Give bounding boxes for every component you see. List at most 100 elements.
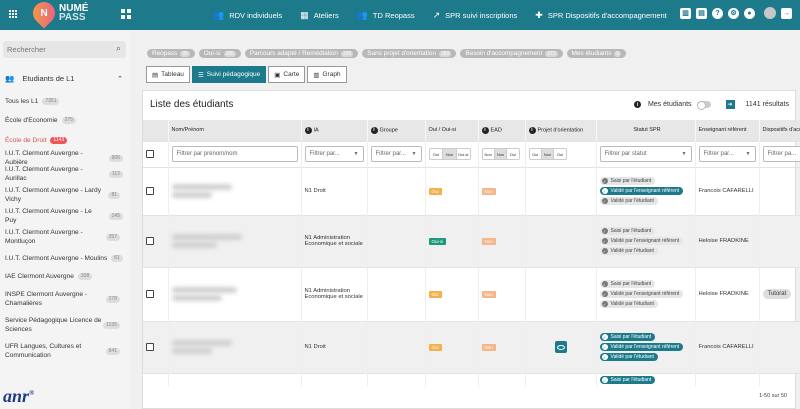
mine-toggle[interactable] xyxy=(696,101,711,110)
list-icon: ☰ xyxy=(197,71,204,79)
view-carte-button[interactable]: ▣ Carte xyxy=(268,66,306,83)
spr-status-cell: ✓ Saisi par l'étudiant ✓ Validé par l'ense… xyxy=(596,214,696,267)
oui-badge: Oui xyxy=(428,290,442,298)
row-checkbox[interactable] xyxy=(146,343,154,351)
filter-row: Filtrer par prénom/nom Filtrer par... ▼ F… xyxy=(143,140,800,167)
nav-ateliers[interactable]: ▦ Ateliers xyxy=(300,10,339,21)
check-icon: ✓ xyxy=(601,301,608,307)
spr-pill: ✓ Validé par l'étudiant xyxy=(599,300,658,308)
name-filter-input[interactable]: Filtrer par prénom/nom xyxy=(171,146,298,162)
settings-icon[interactable]: ⚙ xyxy=(728,7,739,19)
sidebar-item-langues[interactable]: UFR Langues, Cultures et Communication 64… xyxy=(0,338,128,364)
row-ia: N1 Droit xyxy=(301,166,368,215)
spr-pill: ✓ Saisi par l'étudiant xyxy=(599,333,656,341)
spr-pill: ✓ Validé par l'enseignant référent xyxy=(599,237,684,245)
row-ia: N1 Droit xyxy=(301,320,368,373)
filter-chip[interactable]: Reopass 35 xyxy=(147,49,195,58)
main-nav: 👥 RDV individuels ▦ Ateliers 👥 TD Reopass ↗… xyxy=(213,0,667,30)
sidebar-item-sciences[interactable]: Service Pédagogique Licence de Sciences 1… xyxy=(0,312,128,338)
app-logo[interactable]: N NUMÉ PASS xyxy=(28,0,88,29)
teacher-filter-select[interactable]: Filtrer par... ▼ xyxy=(698,146,756,162)
export-icon[interactable]: ➜ xyxy=(725,100,735,109)
spr-pill: ✓ Saisi par l'étudiant xyxy=(599,177,656,185)
spr-pill: ✓ Validé par l'enseignant référent xyxy=(599,290,684,298)
students-label: Etudiants de L1 xyxy=(22,74,75,83)
chevron-down-icon: ▼ xyxy=(681,151,687,157)
sidebar-item-droit[interactable]: École de Droit 1143 xyxy=(0,130,128,150)
sidebar-list: Tous les L1 7351 École d'Economie 275 Écol… xyxy=(0,92,128,364)
puzzle-icon: ✚ xyxy=(535,9,543,20)
check-icon: ✓ xyxy=(601,178,608,184)
ia-filter-select[interactable]: Filtrer par... ▼ xyxy=(304,146,364,162)
people-icon: 👥 xyxy=(5,74,15,83)
filter-chip[interactable]: Besoin d'accompagnement 272 xyxy=(460,49,563,58)
sidebar-item-aurillac[interactable]: I.U.T. Clermont Auvergne - Aurillac 112 xyxy=(0,166,128,182)
sidebar-item-moulins[interactable]: I.U.T. Clermont Auvergne - Moulins 61 xyxy=(0,250,128,266)
calendar-icon: ▦ xyxy=(300,9,309,20)
oui-badge: Oui-si xyxy=(428,237,447,245)
spr-pill: ✓ Validé par l'enseignant référent xyxy=(599,187,684,195)
filter-chip[interactable]: Mes étudiants 0 xyxy=(566,49,627,58)
top-right-actions: ▥ ▤ ? ⚙ ● → xyxy=(680,7,792,19)
row-ia: N1 Administration Economique et sociale xyxy=(301,214,368,267)
sidebar-item-tous[interactable]: Tous les L1 7351 xyxy=(0,92,128,110)
col-oui: Oui / Oui-si xyxy=(425,120,479,141)
dashboard-icon[interactable] xyxy=(121,9,131,19)
pagination: 1-50 sur 50 xyxy=(759,393,787,399)
table-row: N1 Droit Oui Non ✓ Saisi par l'étudiant ✓… xyxy=(143,320,800,373)
search-input[interactable]: Rechercher ⌕ xyxy=(3,41,126,58)
spr-status-cell: ✓ Saisi par l'étudiant ✓ Validé par l'ense… xyxy=(596,266,696,321)
nav-spr-suivi[interactable]: ↗ SPR suivi inscriptions xyxy=(433,10,518,21)
filter-chip[interactable]: Parcours adapté / Remédiation 320 xyxy=(244,49,359,58)
notifications-icon[interactable]: ● xyxy=(744,7,755,19)
view-tableau-button[interactable]: ▤ Tableau xyxy=(146,66,190,83)
spr-pill: ✓ Validé par l'étudiant xyxy=(599,197,658,205)
oui-filter-toggle[interactable]: Oui Non Oui-si xyxy=(428,148,471,160)
sidebar-item-aubiere[interactable]: I.U.T. Clermont Auvergne - Aubière 906 xyxy=(0,150,128,166)
row-checkbox[interactable] xyxy=(146,187,154,195)
sidebar-item-economie[interactable]: École d'Economie 275 xyxy=(0,110,128,130)
chart-icon[interactable]: ▥ xyxy=(680,7,691,19)
chevron-up-icon: ⌃ xyxy=(117,75,123,83)
row-checkbox[interactable] xyxy=(146,237,154,245)
check-icon: ✓ xyxy=(601,354,608,360)
mine-label: Mes étudiants xyxy=(647,101,692,108)
select-all-checkbox[interactable] xyxy=(146,150,154,158)
table-row: N1 Administration Economique et sociale … xyxy=(143,266,800,321)
view-graph-button[interactable]: ▥ Graph xyxy=(307,66,347,83)
check-icon: ✓ xyxy=(601,377,608,384)
apps-grid-icon[interactable] xyxy=(9,10,18,19)
projet-filter-toggle[interactable]: Oui Non Oui xyxy=(528,148,567,160)
spr-pill: ✓ Validé par l'enseignant référent xyxy=(599,343,684,351)
search-placeholder: Rechercher xyxy=(7,45,46,54)
view-suivi-button[interactable]: ☰ Suivi pédagogique xyxy=(191,66,267,83)
ead-filter-toggle[interactable]: Non Non Oui xyxy=(481,148,520,160)
table-icon[interactable]: ▤ xyxy=(696,7,707,19)
nav-label: SPR suivi inscriptions xyxy=(445,10,518,20)
sidebar-item-vichy[interactable]: I.U.T. Clermont Auvergne - Lardy Vichy 81 xyxy=(0,182,128,208)
check-icon: ✓ xyxy=(601,238,608,244)
sidebar-item-iae[interactable]: IAE Clermont Auvergne 338 xyxy=(0,266,128,286)
nav-spr-dispositifs[interactable]: ✚ SPR Dispositifs d'accompagnement xyxy=(535,10,667,21)
ead-badge: Non xyxy=(481,343,496,351)
sidebar-item-inspe[interactable]: INSPE Clermont Auvergne - Chamalières 178 xyxy=(0,286,128,312)
students-section-header[interactable]: 👥 Etudiants de L1 ⌃ xyxy=(5,74,123,83)
sidebar-item-montlucon[interactable]: I.U.T. Clermont Auvergne - Montluçon 257 xyxy=(0,224,128,250)
logo-line2: PASS xyxy=(59,12,86,23)
view-projet-icon[interactable] xyxy=(554,341,567,353)
help-icon[interactable]: ? xyxy=(712,7,723,19)
spr-pill: ✓ Saisi par l'étudiant xyxy=(599,280,656,288)
logout-icon[interactable]: → xyxy=(781,7,792,19)
nav-rdv[interactable]: 👥 RDV individuels xyxy=(213,10,282,21)
row-checkbox[interactable] xyxy=(146,290,154,298)
top-bar: N NUMÉ PASS 👥 RDV individuels ▦ Ateliers 👥 T… xyxy=(0,0,800,30)
avatar[interactable] xyxy=(764,7,776,19)
sidebar-item-lepuy[interactable]: I.U.T. Clermont Auvergne - Le Puy 145 xyxy=(0,208,128,224)
filter-chip[interactable]: Oui-si 285 xyxy=(198,49,241,58)
group-filter-select[interactable]: Filtrer par... ▼ xyxy=(370,146,422,162)
nav-td[interactable]: 👥 TD Reopass xyxy=(357,10,415,21)
spr-filter-select[interactable]: Filtrer par statut ▼ xyxy=(599,146,692,162)
filter-chip[interactable]: Sans projet d'orientation 289 xyxy=(362,49,457,58)
ead-badge: Non xyxy=(481,290,496,298)
disp-filter-select[interactable]: Filtrer pa... xyxy=(762,146,800,162)
